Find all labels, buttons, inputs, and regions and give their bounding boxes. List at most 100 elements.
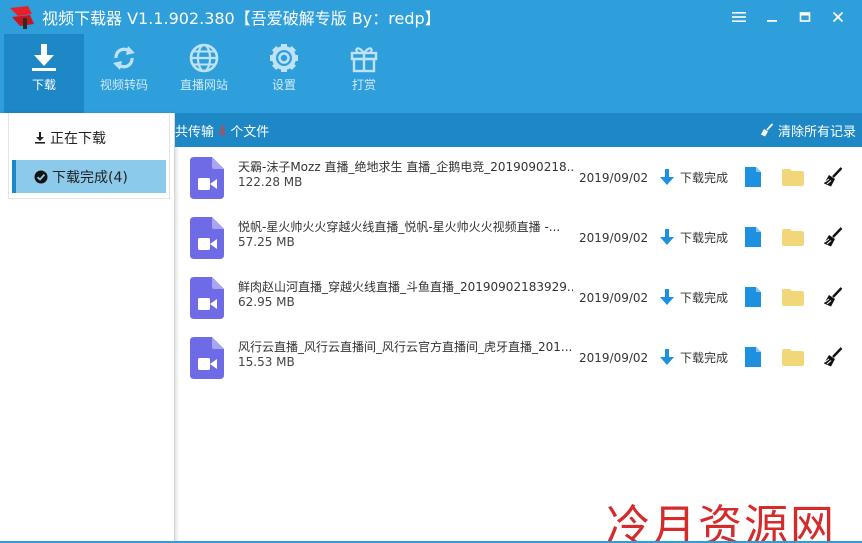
sidebar-item-done-label: 下载完成(4) <box>52 169 128 186</box>
nav-bar: 下载 视频转码 直播网站 设置 打赏 <box>0 34 862 113</box>
gear-icon <box>268 42 300 74</box>
broom-icon <box>824 167 843 187</box>
file-date: 2019/09/02 <box>579 231 649 245</box>
file-name: 天霸-沫子Mozz 直播_绝地求生 直播_企鹅电竞_2019090218... <box>238 160 573 174</box>
sidebar-item-downloading-label: 正在下载 <box>50 130 106 147</box>
broom-icon <box>824 287 843 307</box>
app-logo-icon <box>8 4 36 30</box>
clear-all-button[interactable]: 清除所有记录 <box>760 113 856 147</box>
download-icon <box>28 42 60 74</box>
open-file-button[interactable] <box>741 225 765 249</box>
table-row: 悦帆-星火帅火火穿越火线直播_悦帆-星火帅火火视频直播 -... 57.25 M… <box>175 209 862 269</box>
open-file-button[interactable] <box>741 165 765 189</box>
sidebar-item-done[interactable]: 下载完成(4) <box>12 160 166 193</box>
menu-button[interactable] <box>722 0 755 34</box>
title-bar: 视频下载器 V1.1.902.380【吾爱破解专版 By：redp】 <box>0 0 862 34</box>
file-size: 122.28 MB <box>238 175 303 189</box>
open-folder-button[interactable] <box>781 225 805 249</box>
nav-convert[interactable]: 视频转码 <box>84 34 164 113</box>
download-small-icon <box>34 131 46 144</box>
open-file-button[interactable] <box>741 285 765 309</box>
table-row: 风行云直播_风行云直播间_风行云官方直播间_虎牙直播_201... 15.53 … <box>175 329 862 389</box>
file-date: 2019/09/02 <box>579 291 649 305</box>
delete-record-button[interactable] <box>821 225 845 249</box>
open-folder-button[interactable] <box>781 165 805 189</box>
file-size: 62.95 MB <box>238 295 295 309</box>
nav-download[interactable]: 下载 <box>4 34 84 113</box>
broom-icon <box>760 123 774 137</box>
hamburger-icon <box>731 12 746 22</box>
file-size: 57.25 MB <box>238 235 295 249</box>
nav-live-sites[interactable]: 直播网站 <box>164 34 244 113</box>
nav-download-label: 下载 <box>31 78 56 92</box>
convert-icon <box>108 42 140 74</box>
folder-icon <box>782 348 804 366</box>
video-file-icon <box>190 157 224 199</box>
check-circle-icon <box>34 170 48 184</box>
arrow-down-icon <box>660 228 674 246</box>
file-size: 15.53 MB <box>238 355 295 369</box>
transfer-count-prefix: 共传输 <box>175 124 215 140</box>
open-folder-button[interactable] <box>781 345 805 369</box>
broom-icon <box>824 227 843 247</box>
nav-live-sites-label: 直播网站 <box>179 78 228 92</box>
sidebar-item-downloading[interactable]: 正在下载 <box>12 121 166 154</box>
arrow-down-icon <box>660 168 674 186</box>
nav-settings-label: 设置 <box>271 78 296 92</box>
delete-record-button[interactable] <box>821 165 845 189</box>
arrow-down-icon <box>660 348 674 366</box>
watermark: 冷月资源网 <box>606 501 836 543</box>
document-icon <box>745 347 761 367</box>
maximize-button[interactable] <box>788 0 821 34</box>
clear-all-label: 清除所有记录 <box>777 124 856 140</box>
minimize-button[interactable] <box>755 0 788 34</box>
window-title: 视频下载器 V1.1.902.380【吾爱破解专版 By：redp】 <box>42 9 441 28</box>
nav-donate[interactable]: 打赏 <box>324 34 404 113</box>
table-row: 鲜肉赵山河直播_穿越火线直播_斗鱼直播_20190902183929.... 6… <box>175 269 862 329</box>
open-file-button[interactable] <box>741 345 765 369</box>
file-date: 2019/09/02 <box>579 171 649 185</box>
open-folder-button[interactable] <box>781 285 805 309</box>
status-badge: 下载完成 <box>660 347 728 367</box>
close-button[interactable] <box>821 0 854 34</box>
status-badge: 下载完成 <box>660 227 728 247</box>
folder-icon <box>782 228 804 246</box>
transfer-count-suffix: 个文件 <box>230 124 270 140</box>
table-row: 天霸-沫子Mozz 直播_绝地求生 直播_企鹅电竞_2019090218... … <box>175 149 862 209</box>
list-header: 共传输 4 个文件 清除所有记录 <box>175 113 862 147</box>
folder-icon <box>782 168 804 186</box>
status-badge: 下载完成 <box>660 167 728 187</box>
file-name: 悦帆-星火帅火火穿越火线直播_悦帆-星火帅火火视频直播 -... <box>238 220 561 234</box>
document-icon <box>745 227 761 247</box>
nav-settings[interactable]: 设置 <box>244 34 324 113</box>
delete-record-button[interactable] <box>821 285 845 309</box>
sidebar: 正在下载 下载完成(4) <box>0 113 175 543</box>
status-text: 下载完成 <box>680 350 729 365</box>
globe-icon <box>188 42 220 74</box>
folder-icon <box>782 288 804 306</box>
transfer-count-number: 4 <box>218 124 227 140</box>
status-text: 下载完成 <box>680 170 729 185</box>
arrow-down-icon <box>660 288 674 306</box>
file-name: 风行云直播_风行云直播间_风行云官方直播间_虎牙直播_201... <box>238 340 573 354</box>
nav-donate-label: 打赏 <box>351 78 376 92</box>
status-text: 下载完成 <box>680 290 729 305</box>
document-icon <box>745 287 761 307</box>
file-name: 鲜肉赵山河直播_穿越火线直播_斗鱼直播_20190902183929.... <box>238 280 573 294</box>
nav-convert-label: 视频转码 <box>99 78 148 92</box>
status-badge: 下载完成 <box>660 287 728 307</box>
document-icon <box>745 167 761 187</box>
transfer-count: 共传输 4 个文件 <box>175 121 269 140</box>
close-icon <box>832 11 843 23</box>
status-text: 下载完成 <box>680 230 729 245</box>
video-file-icon <box>190 337 224 379</box>
video-file-icon <box>190 217 224 259</box>
file-date: 2019/09/02 <box>579 351 649 365</box>
broom-icon <box>824 347 843 367</box>
delete-record-button[interactable] <box>821 345 845 369</box>
maximize-icon <box>799 12 810 22</box>
video-file-icon <box>190 277 224 319</box>
minimize-icon <box>766 20 777 22</box>
window-controls <box>722 0 854 34</box>
gift-icon <box>348 42 380 74</box>
